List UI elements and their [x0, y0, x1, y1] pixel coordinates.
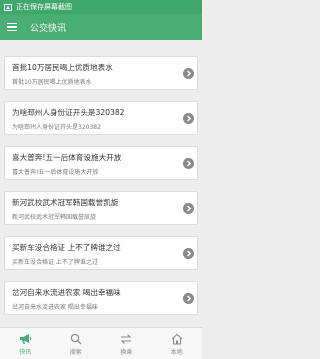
article-summary: 首批10万居民喝上优质地表水 [12, 79, 92, 86]
tab-label: 本地 [170, 349, 183, 356]
article-summary: 岔河自来水流进农家 喝出幸福味 [12, 304, 98, 311]
bottom-tab-bar: 快讯 搜索 换乘 本地 [0, 327, 202, 359]
tab-local[interactable]: 本地 [152, 328, 203, 359]
chevron-right-icon[interactable] [183, 203, 194, 214]
tab-label: 搜索 [69, 349, 82, 356]
hamburger-icon-bar [7, 29, 17, 32]
article-title: 为啥邳州人身份证开头是320382 [12, 108, 125, 117]
page-title: 公交快讯 [30, 23, 67, 34]
article-summary: 喜大普奔!五一后体育设施大开放 [12, 169, 99, 176]
article-summary: 新河武校武术冠军韩国载誉凯旋 [12, 214, 97, 221]
chevron-right-icon[interactable] [183, 113, 194, 124]
article-title: 买新车没合格证 上不了牌谁之过 [12, 243, 121, 252]
hamburger-icon-bar [7, 22, 17, 25]
chevron-right-icon[interactable] [183, 68, 194, 79]
screenshot-icon [4, 3, 12, 11]
app-bar: 公交快讯 [0, 14, 202, 40]
tab-search[interactable]: 搜索 [51, 328, 102, 359]
chevron-right-icon[interactable] [183, 158, 194, 169]
status-bar: 正在保存屏幕截图 [0, 0, 202, 14]
article-card[interactable]: 首批10万居民喝上优质地表水 首批10万居民喝上优质地表水 [4, 56, 198, 90]
article-card[interactable]: 买新车没合格证 上不了牌谁之过 买新车没合格证 上不了牌谁之过 [4, 236, 198, 270]
article-card[interactable]: 喜大普奔!五一后体育设施大开放 喜大普奔!五一后体育设施大开放 [4, 146, 198, 180]
article-summary: 为啥邳州人身份证开头是320382 [12, 124, 101, 131]
chevron-right-icon[interactable] [183, 248, 194, 259]
article-card[interactable]: 岔河自来水流进农家 喝出幸福味 岔河自来水流进农家 喝出幸福味 [4, 281, 198, 315]
menu-button[interactable] [0, 14, 24, 40]
article-title: 喜大普奔!五一后体育设施大开放 [12, 153, 122, 162]
home-icon [170, 332, 184, 345]
article-title: 新河武校武术冠军韩国载誉凯旋 [12, 198, 119, 207]
status-text: 正在保存屏幕截图 [16, 3, 72, 11]
article-summary: 买新车没合格证 上不了牌谁之过 [12, 259, 98, 266]
chevron-right-icon[interactable] [183, 293, 194, 304]
transfer-icon [119, 332, 133, 345]
article-card[interactable]: 为啥邳州人身份证开头是320382 为啥邳州人身份证开头是320382 [4, 101, 198, 135]
hamburger-icon-bar [7, 26, 17, 28]
article-title: 岔河自来水流进农家 喝出幸福味 [12, 288, 121, 297]
article-title: 首批10万居民喝上优质地表水 [12, 63, 113, 72]
tab-label: 换乘 [120, 349, 133, 356]
article-card[interactable]: 新河武校武术冠军韩国载誉凯旋 新河武校武术冠军韩国载誉凯旋 [4, 191, 198, 225]
tab-label: 快讯 [19, 349, 32, 356]
tab-news[interactable]: 快讯 [0, 328, 51, 359]
search-icon [69, 332, 83, 345]
megaphone-icon [18, 332, 32, 345]
tab-transfer[interactable]: 换乘 [101, 328, 152, 359]
